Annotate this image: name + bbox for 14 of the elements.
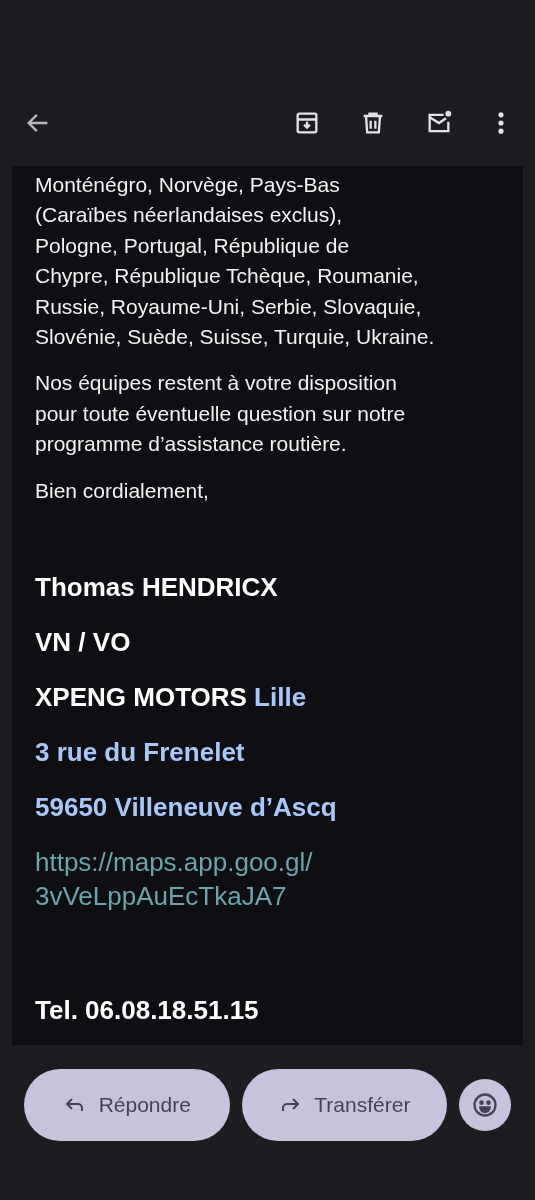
signature-line: 59650 Villeneuve d’Ascq bbox=[35, 791, 338, 825]
signature-line: XPENG MOTORS Lille bbox=[35, 681, 308, 715]
paragraph: Monténégro, Norvège, Pays-Bas (Caraïbes néerlandaises exclus), Pologne, Portugal, République de Chypre, République Tchèque, Roumanie, Russie, Royaume-Uni, Serbie, Slovaquie, Slovénie, Suède, Suisse, Turquie, Ukraine. bbox=[35, 172, 436, 351]
signature-line: 3 rue du Frenelet bbox=[35, 736, 246, 770]
signature-line: Thomas HENDRICX bbox=[35, 571, 279, 605]
forward-button[interactable]: Transférer bbox=[241, 1069, 448, 1141]
smiley-icon bbox=[471, 1091, 500, 1119]
emoji-button[interactable] bbox=[459, 1079, 511, 1131]
paragraph: Nos équipes restent à votre disposition pour toute éventuelle question sur notre programme d’assistance routière. bbox=[35, 370, 407, 458]
reply-button[interactable]: Répondre bbox=[24, 1069, 230, 1141]
paragraph: Bien cordialement, bbox=[35, 477, 210, 504]
signature-line: VN / VO bbox=[35, 626, 132, 660]
phone-number: Tel. 06.08.18.51.15 bbox=[35, 994, 260, 1028]
map-link[interactable]: https://maps.app.goo.gl/ 3vVeLppAuEcTkaJA7 bbox=[35, 845, 500, 914]
